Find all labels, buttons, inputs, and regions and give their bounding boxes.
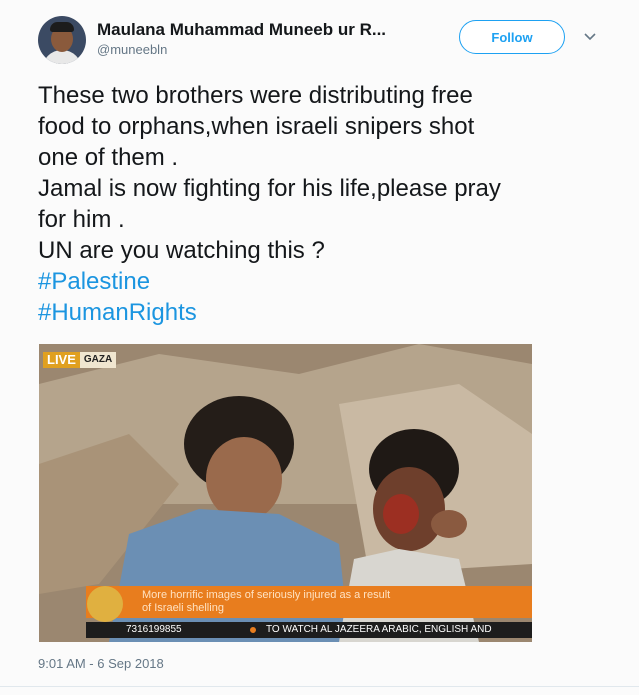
divider [0,686,639,687]
location-label: GAZA [79,352,117,368]
tweet-line: one of them . [38,144,179,171]
avatar[interactable] [38,16,86,64]
phone-number: 7316199855 [126,624,182,635]
tweet-line: UN are you watching this ? [38,237,325,264]
tweet-timestamp[interactable]: 9:01 AM - 6 Sep 2018 [38,656,164,671]
news-ticker: More horrific images of seriously injure… [86,586,532,618]
tweet-line: for him . [38,206,125,233]
author-handle[interactable]: @muneebln [97,42,167,57]
follow-button[interactable]: Follow [459,20,565,54]
live-label: LIVE [43,352,80,368]
media-image[interactable]: LIVE GAZA More horrific images of seriou… [39,344,532,642]
tweet-text: These two brothers were distributing fre… [38,80,618,328]
info-message: TO WATCH AL JAZEERA ARABIC, ENGLISH AND [266,624,492,635]
avatar-hair [50,22,74,32]
chevron-down-icon[interactable] [583,30,597,44]
info-bar: 7316199855 TO WATCH AL JAZEERA ARABIC, E… [86,622,532,638]
avatar-shirt [42,50,82,64]
ticker-line: of Israeli shelling [142,602,224,614]
channel-logo-icon [87,586,123,622]
live-badge: LIVE GAZA [43,352,117,368]
tweet-line: food to orphans,when israeli snipers sho… [38,113,475,140]
hashtag-link[interactable]: #Palestine [38,266,618,297]
author-name[interactable]: Maulana Muhammad Muneeb ur R... [97,20,386,40]
hashtag-link[interactable]: #HumanRights [38,297,618,328]
tweet-card: Maulana Muhammad Muneeb ur R... @muneebl… [0,0,639,695]
tweet-line: These two brothers were distributing fre… [38,82,473,109]
ticker-line: More horrific images of seriously injure… [142,589,391,601]
bullet-icon [250,627,256,633]
tweet-line: Jamal is now fighting for his life,pleas… [38,175,501,202]
